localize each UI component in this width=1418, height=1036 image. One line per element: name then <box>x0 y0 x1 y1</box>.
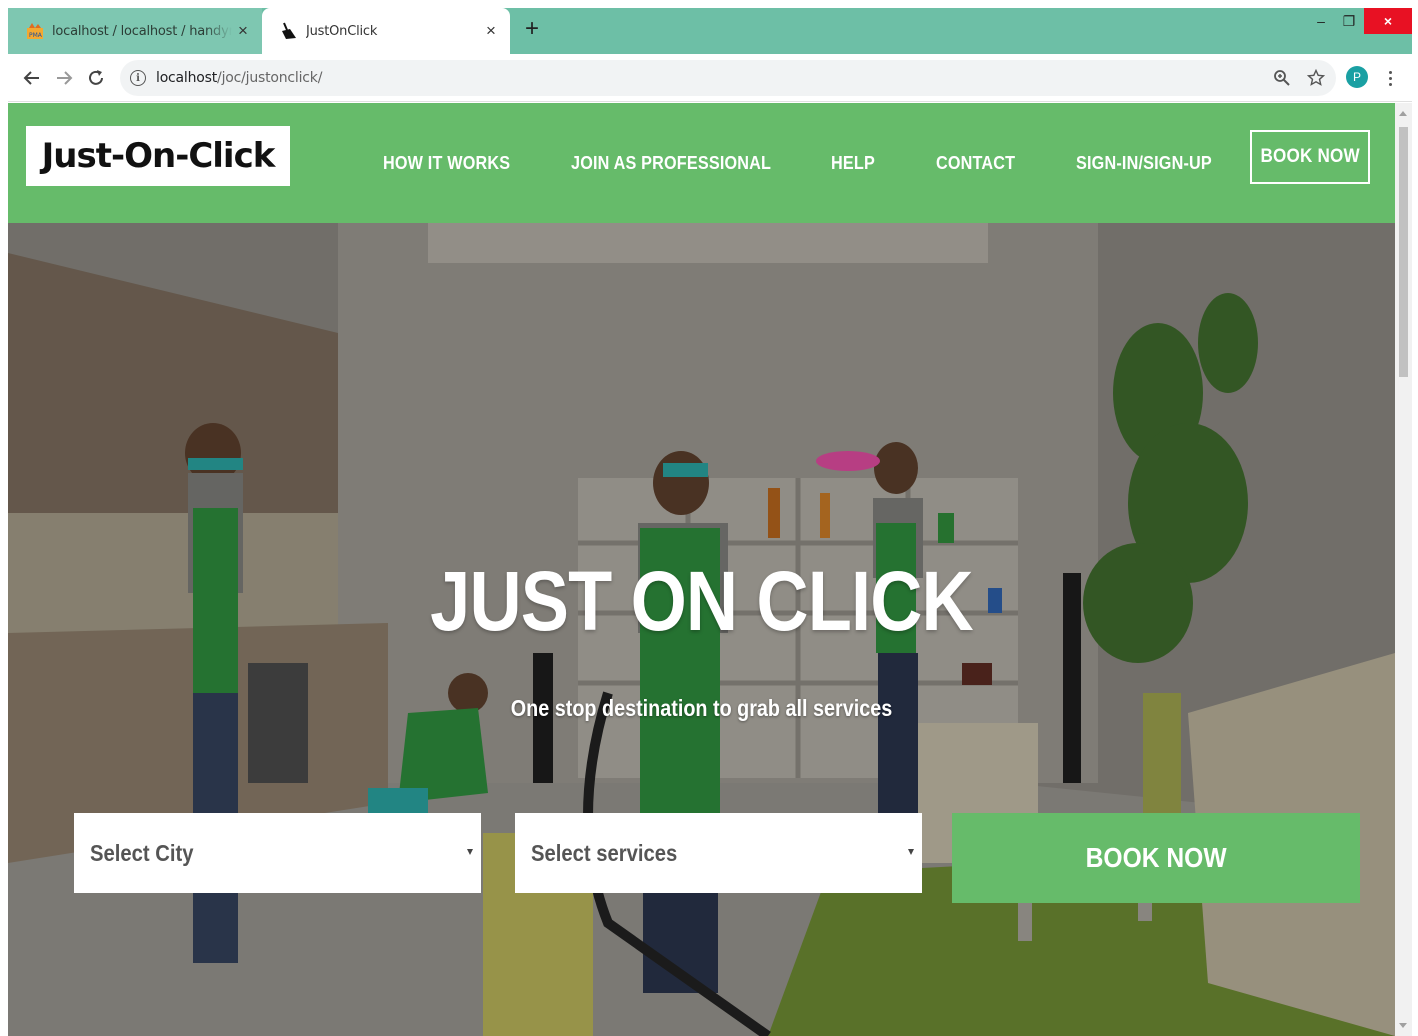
hero-title: JUST ON CLICK <box>430 554 974 648</box>
minimize-button[interactable]: – <box>1308 8 1334 34</box>
bookmark-star-icon[interactable] <box>1302 64 1330 92</box>
address-bar[interactable]: i localhost/joc/justonclick/ <box>120 60 1336 96</box>
scrollbar-thumb[interactable] <box>1399 127 1408 377</box>
new-tab-button[interactable]: + <box>520 17 544 42</box>
tab-title: JustOnClick <box>306 23 378 39</box>
tab-phpmyadmin[interactable]: PMA localhost / localhost / handyman × <box>8 8 262 54</box>
service-select[interactable]: Select services <box>515 813 922 893</box>
page-scrollbar[interactable] <box>1395 103 1412 1036</box>
city-select[interactable]: Select City <box>74 813 481 893</box>
forward-arrow-icon[interactable] <box>50 64 78 92</box>
close-window-button[interactable]: × <box>1364 8 1412 34</box>
close-tab-icon[interactable]: × <box>232 20 254 42</box>
hero-subtitle: One stop destination to grab all service… <box>510 695 893 721</box>
url-text: localhost/joc/justonclick/ <box>156 70 323 86</box>
zoom-icon[interactable] <box>1268 64 1296 92</box>
reload-icon[interactable] <box>82 64 110 92</box>
nav-contact[interactable]: CONTACT <box>936 103 1024 223</box>
scroll-up-arrow-icon[interactable] <box>1399 111 1407 116</box>
profile-avatar[interactable]: P <box>1346 66 1368 88</box>
browser-window: PMA localhost / localhost / handyman × J… <box>8 8 1412 1036</box>
nav-join-as-professional[interactable]: JOIN AS PROFESSIONAL <box>571 103 793 223</box>
header-book-now-button[interactable]: BOOK NOW <box>1250 130 1370 184</box>
site-header: Just-On-Click HOW IT WORKS JOIN AS PROFE… <box>8 103 1395 223</box>
back-arrow-icon[interactable] <box>18 64 46 92</box>
nav-help[interactable]: HELP <box>831 103 880 223</box>
close-tab-icon[interactable]: × <box>480 20 502 42</box>
page-viewport: Just-On-Click HOW IT WORKS JOIN AS PROFE… <box>8 103 1412 1036</box>
site-info-icon[interactable]: i <box>130 70 146 86</box>
nav-how-it-works[interactable]: HOW IT WORKS <box>383 103 524 223</box>
phpmyadmin-icon: PMA <box>26 22 44 40</box>
svg-text:PMA: PMA <box>29 32 43 39</box>
scroll-down-arrow-icon[interactable] <box>1399 1023 1407 1028</box>
browser-toolbar: i localhost/joc/justonclick/ P <box>8 54 1412 102</box>
tab-strip: PMA localhost / localhost / handyman × J… <box>8 8 1412 54</box>
site-logo[interactable]: Just-On-Click <box>26 126 290 186</box>
maximize-button[interactable]: ❐ <box>1336 8 1362 34</box>
nav-sign-in-sign-up[interactable]: SIGN-IN/SIGN-UP <box>1076 103 1227 223</box>
tab-justonclick[interactable]: JustOnClick × <box>262 8 510 54</box>
hero-section: JUST ON CLICK One stop destination to gr… <box>8 223 1395 1036</box>
tab-title: localhost / localhost / handyman <box>52 23 232 39</box>
dropdown-caret-icon <box>908 849 914 855</box>
hero-book-now-button[interactable]: BOOK NOW <box>952 813 1360 903</box>
broom-icon <box>280 22 298 40</box>
menu-kebab-icon[interactable] <box>1380 64 1400 92</box>
dropdown-caret-icon <box>467 849 473 855</box>
